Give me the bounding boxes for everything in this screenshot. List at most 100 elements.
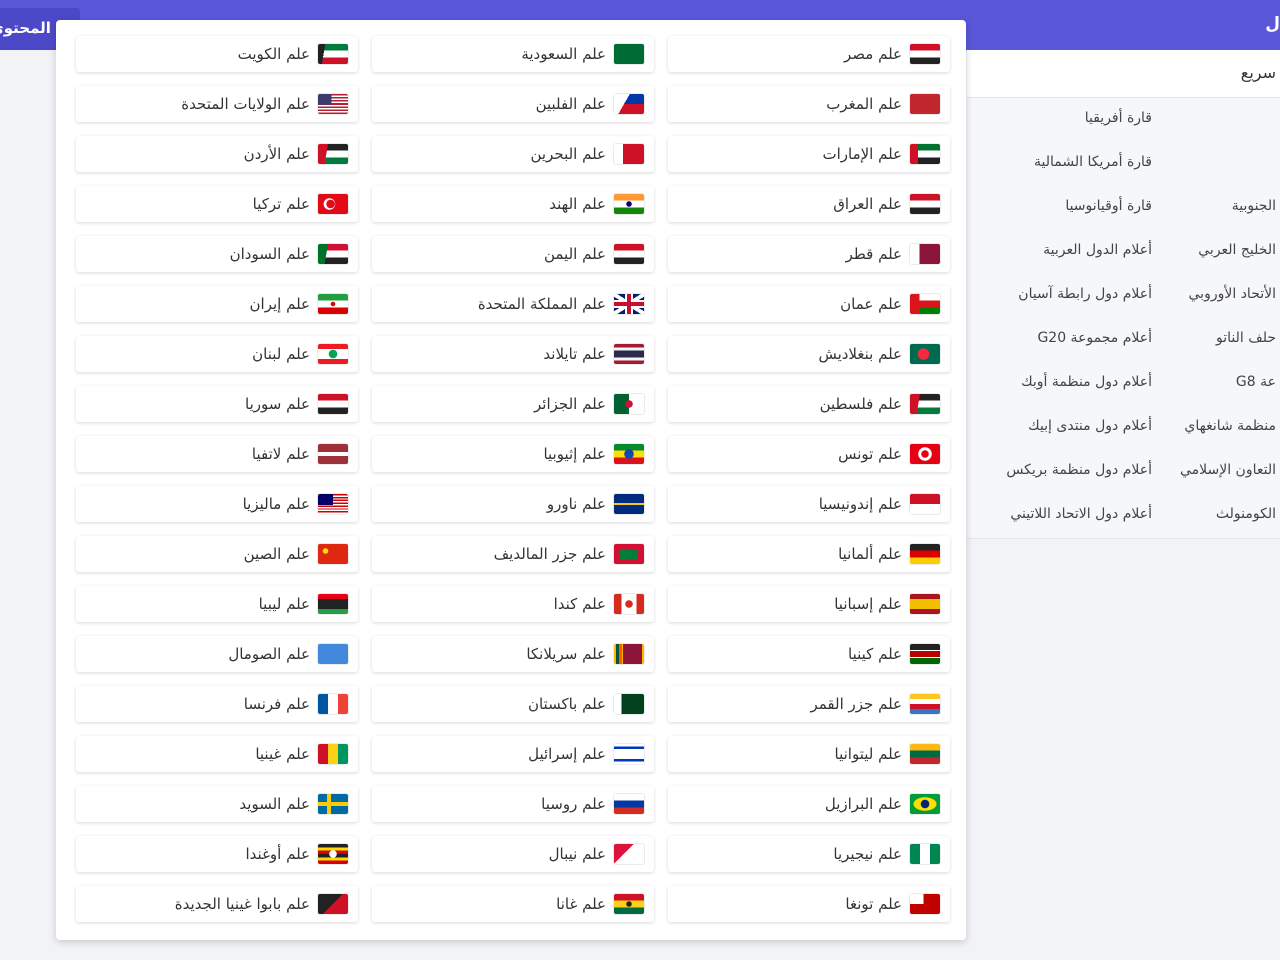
flag-link-card[interactable]: علم الصين xyxy=(76,536,358,572)
flag-link-card[interactable]: علم لاتفيا xyxy=(76,436,358,472)
flag-link-card[interactable]: علم إيران xyxy=(76,286,358,322)
flag-link-card[interactable]: علم بابوا غينيا الجديدة xyxy=(76,886,358,922)
side-category-link[interactable]: الكومنولث xyxy=(1216,506,1276,522)
flag-link-card[interactable]: علم اليمن xyxy=(372,236,654,272)
flags-grid: علم مصر علم السعودية علم الكويت علم المغرب ع… xyxy=(76,36,950,922)
qatar-flag-icon xyxy=(910,244,940,264)
flag-link-card[interactable]: علم نيجيريا xyxy=(668,836,950,872)
flag-link-card[interactable]: علم بنغلاديش xyxy=(668,336,950,372)
sweden-flag-icon xyxy=(318,794,348,814)
flag-link-card[interactable]: علم ألمانيا xyxy=(668,536,950,572)
flag-link-card[interactable]: علم ماليزيا xyxy=(76,486,358,522)
flag-link-label: علم إندونيسيا xyxy=(818,495,902,513)
flag-link-label: علم إثيوبيا xyxy=(543,445,606,463)
side-category-row: قارة أوقيانوسيا الجنوبية xyxy=(967,186,1280,231)
flag-link-card[interactable]: علم عمان xyxy=(668,286,950,322)
side-category-link[interactable]: أعلام دول منتدى إبيك xyxy=(1028,418,1152,434)
flag-link-card[interactable]: علم سوريا xyxy=(76,386,358,422)
flag-link-card[interactable]: علم جزر المالديف xyxy=(372,536,654,572)
flag-link-label: علم السعودية xyxy=(521,45,606,63)
side-category-link[interactable]: عة G8 xyxy=(1236,374,1276,390)
side-category-link[interactable]: قارة أوقيانوسيا xyxy=(1065,198,1152,214)
side-category-link[interactable]: حلف الناتو xyxy=(1216,330,1276,346)
side-category-link[interactable]: منظمة شانغهاي xyxy=(1184,418,1276,434)
side-category-link[interactable]: الخليج العربي xyxy=(1198,242,1276,258)
side-category-row: قارة أفريقيا xyxy=(967,98,1280,143)
side-category-link[interactable]: أعلام مجموعة G20 xyxy=(1037,330,1152,346)
tonga-flag-icon xyxy=(910,894,940,914)
india-flag-icon xyxy=(614,194,644,214)
flag-link-card[interactable]: علم السويد xyxy=(76,786,358,822)
flag-link-card[interactable]: علم سريلانكا xyxy=(372,636,654,672)
side-category-row: قارة أمريكا الشمالية xyxy=(967,142,1280,187)
flag-link-card[interactable]: علم كينيا xyxy=(668,636,950,672)
flag-link-card[interactable]: علم إثيوبيا xyxy=(372,436,654,472)
flag-link-card[interactable]: علم السعودية xyxy=(372,36,654,72)
side-category-link[interactable]: أعلام دول منظمة أوبك xyxy=(1021,374,1152,390)
flag-link-card[interactable]: علم باكستان xyxy=(372,686,654,722)
flag-link-card[interactable]: علم البحرين xyxy=(372,136,654,172)
brazil-flag-icon xyxy=(910,794,940,814)
side-panel: سريع قارة أفريقيا قارة أمريكا الشمالية قار… xyxy=(967,50,1280,960)
flag-link-card[interactable]: علم تايلاند xyxy=(372,336,654,372)
flag-link-card[interactable]: علم الكويت xyxy=(76,36,358,72)
side-category-link[interactable]: قارة أمريكا الشمالية xyxy=(1034,154,1152,170)
side-category-link[interactable]: أعلام دول منظمة بريكس xyxy=(1006,462,1152,478)
flag-link-card[interactable]: علم إسرائيل xyxy=(372,736,654,772)
flag-link-card[interactable]: علم السودان xyxy=(76,236,358,272)
side-category-link[interactable]: أعلام دول رابطة آسيان xyxy=(1018,286,1152,302)
uganda-flag-icon xyxy=(318,844,348,864)
flag-link-card[interactable]: علم كندا xyxy=(372,586,654,622)
flag-link-card[interactable]: علم قطر xyxy=(668,236,950,272)
side-category-link[interactable]: الجنوبية xyxy=(1232,198,1276,214)
flag-link-card[interactable]: علم العراق xyxy=(668,186,950,222)
flag-link-card[interactable]: علم إسبانيا xyxy=(668,586,950,622)
side-category-link[interactable]: أعلام الدول العربية xyxy=(1043,242,1152,258)
flag-link-card[interactable]: علم مصر xyxy=(668,36,950,72)
flag-link-card[interactable]: علم أوغندا xyxy=(76,836,358,872)
flag-link-card[interactable]: علم تركيا xyxy=(76,186,358,222)
side-category-link[interactable]: التعاون الإسلامي xyxy=(1180,462,1276,478)
flag-link-card[interactable]: علم جزر القمر xyxy=(668,686,950,722)
flag-link-card[interactable]: علم روسيا xyxy=(372,786,654,822)
flag-link-card[interactable]: علم تونس xyxy=(668,436,950,472)
flag-link-label: علم فرنسا xyxy=(243,695,310,713)
flag-link-card[interactable]: علم فرنسا xyxy=(76,686,358,722)
nauru-flag-icon xyxy=(614,494,644,514)
side-category-link[interactable]: أعلام دول الاتحاد اللاتيني xyxy=(1010,506,1152,522)
flag-link-label: علم باكستان xyxy=(527,695,606,713)
flag-link-card[interactable]: علم فلسطين xyxy=(668,386,950,422)
side-category-link[interactable]: الأتحاد الأوروبي xyxy=(1189,286,1276,302)
flag-link-card[interactable]: علم إندونيسيا xyxy=(668,486,950,522)
flag-link-card[interactable]: علم ناورو xyxy=(372,486,654,522)
flag-link-card[interactable]: علم الفلبين xyxy=(372,86,654,122)
thailand-flag-icon xyxy=(614,344,644,364)
flag-link-card[interactable]: علم المغرب xyxy=(668,86,950,122)
malaysia-flag-icon xyxy=(318,494,348,514)
pakistan-flag-icon xyxy=(614,694,644,714)
flag-link-card[interactable]: علم البرازيل xyxy=(668,786,950,822)
flag-link-card[interactable]: علم الهند xyxy=(372,186,654,222)
flag-link-label: علم عمان xyxy=(840,295,902,313)
flag-link-card[interactable]: علم ليتوانيا xyxy=(668,736,950,772)
flag-link-card[interactable]: علم غينيا xyxy=(76,736,358,772)
flag-link-card[interactable]: علم الولايات المتحدة xyxy=(76,86,358,122)
flag-link-card[interactable]: علم الإمارات xyxy=(668,136,950,172)
flag-link-card[interactable]: علم تونغا xyxy=(668,886,950,922)
side-panel-clip: سريع قارة أفريقيا قارة أمريكا الشمالية قار… xyxy=(967,50,1280,960)
flag-link-label: علم إسرائيل xyxy=(528,745,606,763)
flag-link-label: علم ليبيا xyxy=(258,595,310,613)
flag-link-card[interactable]: علم الأردن xyxy=(76,136,358,172)
flag-link-card[interactable]: علم غانا xyxy=(372,886,654,922)
flag-link-card[interactable]: علم الصومال xyxy=(76,636,358,672)
flag-link-card[interactable]: علم لبنان xyxy=(76,336,358,372)
china-flag-icon xyxy=(318,544,348,564)
flag-link-card[interactable]: علم ليبيا xyxy=(76,586,358,622)
flag-link-label: علم ماليزيا xyxy=(242,495,310,513)
flag-link-card[interactable]: علم الجزائر xyxy=(372,386,654,422)
flag-link-card[interactable]: علم المملكة المتحدة xyxy=(372,286,654,322)
flag-link-card[interactable]: علم نيبال xyxy=(372,836,654,872)
latvia-flag-icon xyxy=(318,444,348,464)
side-category-link[interactable]: قارة أفريقيا xyxy=(1085,110,1152,126)
flag-link-label: علم قطر xyxy=(845,245,902,263)
